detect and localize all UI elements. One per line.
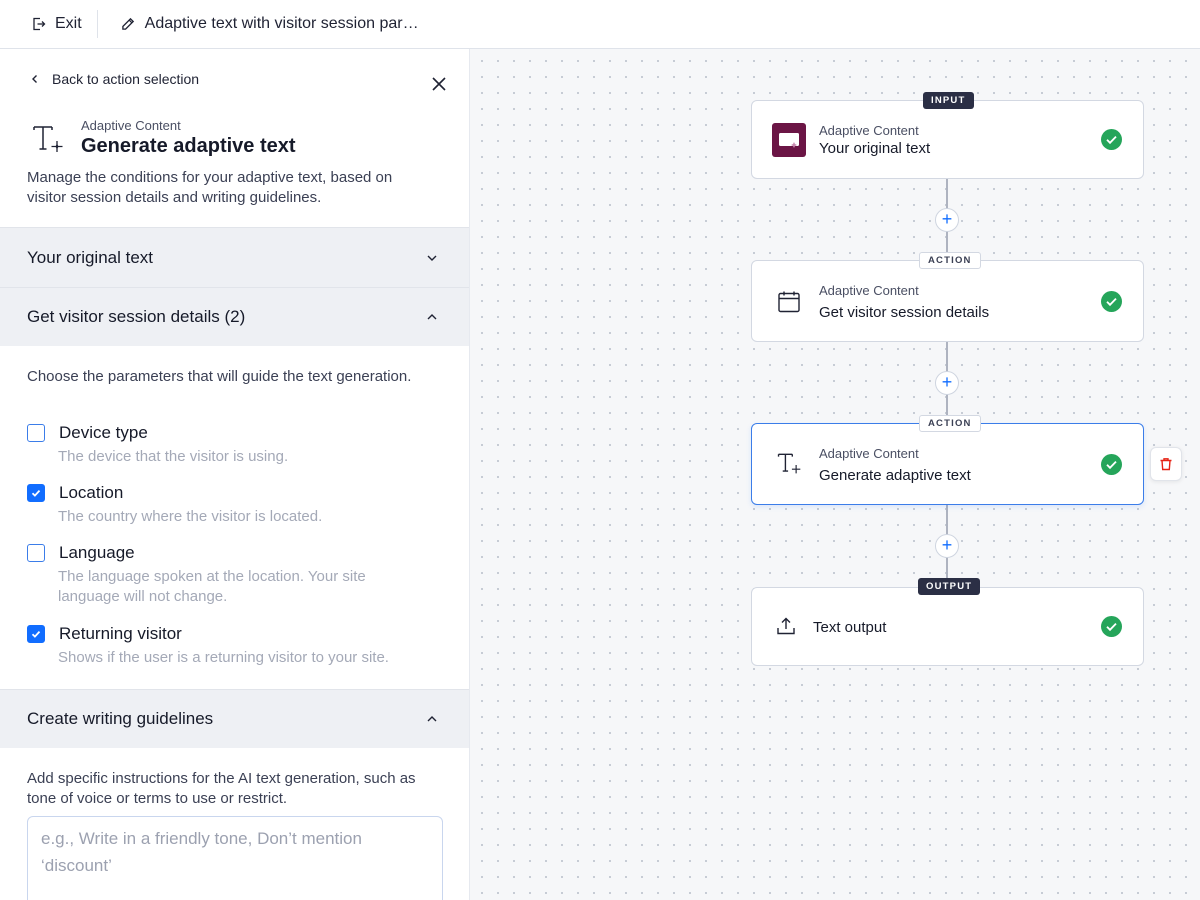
calendar-icon bbox=[778, 291, 800, 313]
check-circle-icon bbox=[1101, 129, 1122, 150]
option-language: Language The language spoken at the loca… bbox=[27, 543, 447, 607]
device-type-checkbox[interactable] bbox=[27, 424, 45, 442]
checkmark-icon bbox=[31, 489, 41, 497]
delete-step-button[interactable] bbox=[1150, 447, 1182, 481]
location-checkbox[interactable] bbox=[27, 484, 45, 502]
option-label: Returning visitor bbox=[59, 624, 182, 643]
check-circle-icon bbox=[1101, 454, 1122, 475]
language-checkbox[interactable] bbox=[27, 544, 45, 562]
text-sparkle-icon bbox=[777, 453, 801, 474]
guidelines-intro-text: Add specific instructions for the AI tex… bbox=[27, 770, 416, 807]
chevron-down-icon bbox=[427, 255, 437, 261]
flow-node-visitor-session[interactable]: Adaptive Content Get visitor session det… bbox=[751, 260, 1144, 342]
option-returning-visitor: Returning visitor Shows if the user is a… bbox=[27, 624, 447, 668]
session-intro-text: Choose the parameters that will guide th… bbox=[27, 368, 412, 385]
option-description: The device that the visitor is using. bbox=[58, 448, 289, 465]
upload-icon bbox=[777, 617, 795, 635]
text-sparkle-icon bbox=[33, 126, 63, 152]
section-label: Create writing guidelines bbox=[27, 709, 214, 728]
section-label: Get visitor session details (2) bbox=[27, 307, 246, 326]
chevron-up-icon bbox=[427, 716, 437, 722]
node-type-badge: OUTPUT bbox=[918, 578, 981, 595]
exit-icon bbox=[33, 17, 46, 31]
image-sparkle-icon bbox=[772, 123, 806, 157]
panel-title: Generate adaptive text bbox=[81, 135, 296, 157]
node-type-badge: INPUT bbox=[923, 92, 974, 109]
pencil-icon bbox=[121, 17, 134, 30]
back-label: Back to action selection bbox=[52, 71, 200, 87]
option-label: Language bbox=[59, 543, 135, 562]
check-circle-icon bbox=[1101, 291, 1122, 312]
automation-title-button[interactable]: Adaptive text with visitor session par… bbox=[98, 15, 419, 33]
node-category: Adaptive Content bbox=[819, 283, 919, 298]
option-label: Location bbox=[59, 483, 124, 502]
exit-button[interactable]: Exit bbox=[0, 0, 97, 48]
option-label: Device type bbox=[59, 423, 148, 442]
node-title: Generate adaptive text bbox=[819, 467, 971, 484]
flow-node-original-text[interactable]: Adaptive Content Your original text bbox=[751, 100, 1144, 179]
close-icon[interactable] bbox=[430, 75, 448, 93]
node-type-badge: ACTION bbox=[919, 415, 981, 432]
exit-label: Exit bbox=[55, 15, 82, 32]
add-step-button[interactable]: + bbox=[935, 371, 959, 395]
option-description: Shows if the user is a returning visitor… bbox=[58, 649, 389, 666]
chevron-left-icon bbox=[32, 75, 37, 83]
option-description: The country where the visitor is located… bbox=[58, 508, 323, 525]
node-type-badge: ACTION bbox=[919, 252, 981, 269]
back-to-action-selection-link[interactable]: Back to action selection bbox=[30, 71, 199, 87]
chevron-up-icon bbox=[427, 314, 437, 320]
trash-icon bbox=[1160, 458, 1172, 471]
option-device-type: Device type The device that the visitor … bbox=[27, 423, 447, 467]
top-bar: Exit Adaptive text with visitor session … bbox=[0, 0, 1200, 49]
add-step-button[interactable]: + bbox=[935, 534, 959, 558]
node-title: Get visitor session details bbox=[819, 304, 990, 321]
option-location: Location The country where the visitor i… bbox=[27, 483, 447, 527]
node-title: Your original text bbox=[819, 140, 931, 157]
header-category: Adaptive Content bbox=[81, 118, 181, 133]
settings-panel: Back to action selection Adaptive Conten… bbox=[0, 49, 470, 900]
section-writing-guidelines[interactable]: Create writing guidelines bbox=[0, 689, 469, 748]
automation-title: Adaptive text with visitor session par… bbox=[144, 15, 419, 32]
flow-node-generate-text[interactable]: Adaptive Content Generate adaptive text bbox=[751, 423, 1144, 505]
node-title: Text output bbox=[813, 619, 887, 636]
option-description: The language spoken at the location. You… bbox=[58, 568, 366, 605]
writing-guidelines-input[interactable] bbox=[27, 816, 443, 900]
add-step-button[interactable]: + bbox=[935, 208, 959, 232]
flow-node-text-output[interactable]: Text output bbox=[751, 587, 1144, 666]
checkmark-icon bbox=[31, 630, 41, 638]
section-visitor-session-details[interactable]: Get visitor session details (2) bbox=[0, 287, 469, 346]
returning-visitor-checkbox[interactable] bbox=[27, 625, 45, 643]
check-circle-icon bbox=[1101, 616, 1122, 637]
node-category: Adaptive Content bbox=[819, 446, 919, 461]
node-category: Adaptive Content bbox=[819, 123, 919, 138]
section-your-original-text[interactable]: Your original text bbox=[0, 227, 469, 287]
panel-description: Manage the conditions for your adaptive … bbox=[27, 169, 393, 206]
section-label: Your original text bbox=[27, 247, 154, 267]
